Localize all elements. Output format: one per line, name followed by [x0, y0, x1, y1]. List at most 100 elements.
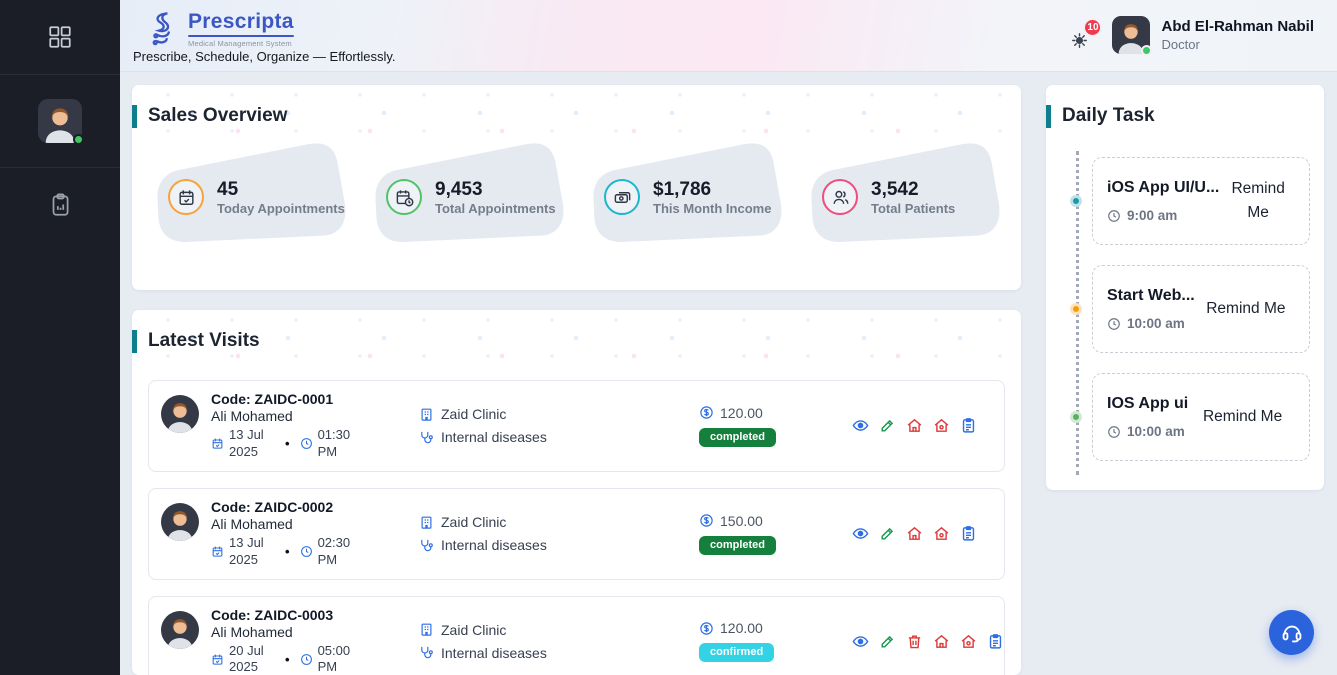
sidebar-item-profile[interactable]	[0, 75, 120, 167]
price-line: 120.00	[699, 405, 820, 421]
stat-card: 9,453 Total Appointments	[366, 141, 566, 245]
view-icon[interactable]	[852, 417, 869, 434]
department-name: Internal diseases	[441, 537, 547, 553]
sidebar-item-reports[interactable]	[0, 168, 120, 242]
task-title: iOS App UI/U...	[1107, 179, 1219, 197]
dot-separator: •	[285, 544, 290, 559]
main-area: Prescripta Medical Management System Pre…	[120, 0, 1337, 675]
visit-time: 05:00 PM	[318, 643, 360, 675]
stat-content: 3,542 Total Patients	[822, 179, 955, 216]
house-icon[interactable]	[906, 417, 923, 434]
visit-date: 13 Jul 2025	[229, 535, 275, 569]
clinic-name: Zaid Clinic	[441, 622, 506, 638]
task-timeline: iOS App UI/U... 9:00 am Remind Me	[1060, 157, 1310, 461]
visit-actions	[852, 633, 1004, 650]
user-avatar	[1112, 16, 1150, 54]
view-icon[interactable]	[852, 525, 869, 542]
dollar-circle-icon	[699, 621, 714, 636]
stat-card: 45 Today Appointments	[148, 141, 348, 245]
clinic-line: Zaid Clinic	[419, 514, 699, 530]
house-icon[interactable]	[906, 525, 923, 542]
stat-content: $1,786 This Month Income	[604, 179, 771, 216]
home-alert-icon[interactable]	[933, 525, 950, 542]
stat-icon-ring	[822, 179, 858, 215]
stat-text: $1,786 This Month Income	[653, 179, 771, 216]
price-column: 120.00 completed	[699, 405, 820, 447]
task-item: IOS App ui 10:00 am Remind Me	[1092, 373, 1310, 461]
task-time-line: 10:00 am	[1107, 424, 1188, 439]
sidebar-item-dashboard[interactable]	[0, 0, 120, 74]
task-card: Start Web... 10:00 am Remind Me	[1092, 265, 1310, 353]
cash-icon	[613, 188, 632, 207]
home-alert-icon[interactable]	[960, 633, 977, 650]
department-name: Internal diseases	[441, 429, 547, 445]
brand[interactable]: Prescripta Medical Management System	[145, 10, 294, 48]
clock-icon	[1107, 209, 1121, 223]
task-item: Start Web... 10:00 am Remind Me	[1092, 265, 1310, 353]
user-menu[interactable]: Abd El-Rahman Nabil Doctor	[1112, 16, 1314, 54]
online-status-dot	[1141, 45, 1152, 56]
stat-value: 45	[217, 179, 345, 201]
calendar-small-icon	[211, 545, 224, 558]
visit-datetime: 13 Jul 2025 • 01:30 PM	[211, 427, 419, 461]
price-line: 150.00	[699, 513, 820, 529]
stat-value: 9,453	[435, 179, 556, 201]
task-time: 10:00 am	[1127, 424, 1185, 439]
remind-me-button[interactable]: Remind Me	[1188, 405, 1297, 429]
online-status-dot	[73, 134, 84, 145]
brand-text: Prescripta Medical Management System	[188, 11, 294, 48]
section-heading: Latest Visits	[148, 330, 260, 352]
building-icon	[419, 622, 434, 637]
edit-icon[interactable]	[879, 417, 896, 434]
remind-me-button[interactable]: Remind Me	[1195, 297, 1297, 321]
notifications-button[interactable]: 10	[1071, 32, 1088, 49]
left-column: Sales Overview	[132, 85, 1021, 675]
edit-icon[interactable]	[879, 633, 896, 650]
sales-overview-card: Sales Overview	[132, 85, 1021, 290]
department-line: Internal diseases	[419, 645, 699, 661]
stats-row: 45 Today Appointments	[132, 127, 1021, 245]
stat-card: $1,786 This Month Income	[584, 141, 784, 245]
visit-datetime: 13 Jul 2025 • 02:30 PM	[211, 535, 419, 569]
stat-label: Today Appointments	[217, 201, 345, 216]
report-icon[interactable]	[960, 525, 977, 542]
topbar: Prescripta Medical Management System Pre…	[120, 0, 1337, 72]
stethoscope-icon	[419, 645, 434, 660]
clinic-column: Zaid Clinic Internal diseases	[419, 514, 699, 553]
building-icon	[419, 407, 434, 422]
calendar-clock-icon	[395, 188, 414, 207]
visit-row: Code: ZAIDC-0003 Ali Mohamed 20 Jul 2025…	[148, 596, 1005, 675]
task-time: 10:00 am	[1127, 316, 1185, 331]
delete-icon[interactable]	[906, 633, 923, 650]
view-icon[interactable]	[852, 633, 869, 650]
stat-text: 45 Today Appointments	[217, 179, 345, 216]
clinic-column: Zaid Clinic Internal diseases	[419, 622, 699, 661]
user-name: Abd El-Rahman Nabil	[1161, 18, 1314, 37]
clock-icon	[1107, 317, 1121, 331]
report-icon[interactable]	[960, 417, 977, 434]
remind-me-button[interactable]: Remind Me	[1219, 177, 1297, 225]
stat-value: $1,786	[653, 179, 771, 201]
stethoscope-icon	[419, 430, 434, 445]
caduceus-logo-icon	[145, 10, 179, 48]
task-title: IOS App ui	[1107, 395, 1188, 413]
support-fab[interactable]	[1269, 610, 1314, 655]
visit-info: Code: ZAIDC-0003 Ali Mohamed 20 Jul 2025…	[211, 607, 419, 675]
app-subtitle: Medical Management System	[188, 39, 294, 48]
report-icon[interactable]	[987, 633, 1004, 650]
house-icon[interactable]	[933, 633, 950, 650]
visit-info: Code: ZAIDC-0001 Ali Mohamed 13 Jul 2025…	[211, 391, 419, 461]
stat-label: Total Patients	[871, 201, 955, 216]
home-alert-icon[interactable]	[933, 417, 950, 434]
sales-overview-title: Sales Overview	[132, 85, 1021, 127]
dot-separator: •	[285, 652, 290, 667]
timeline-dot	[1070, 303, 1082, 315]
stat-content: 9,453 Total Appointments	[386, 179, 556, 216]
headset-icon	[1281, 622, 1303, 644]
stat-label: Total Appointments	[435, 201, 556, 216]
clinic-column: Zaid Clinic Internal diseases	[419, 406, 699, 445]
stat-icon-ring	[604, 179, 640, 215]
edit-icon[interactable]	[879, 525, 896, 542]
daily-task-card: Daily Task iOS App UI/U... 9:00 a	[1046, 85, 1324, 490]
visit-time: 02:30 PM	[318, 535, 360, 569]
